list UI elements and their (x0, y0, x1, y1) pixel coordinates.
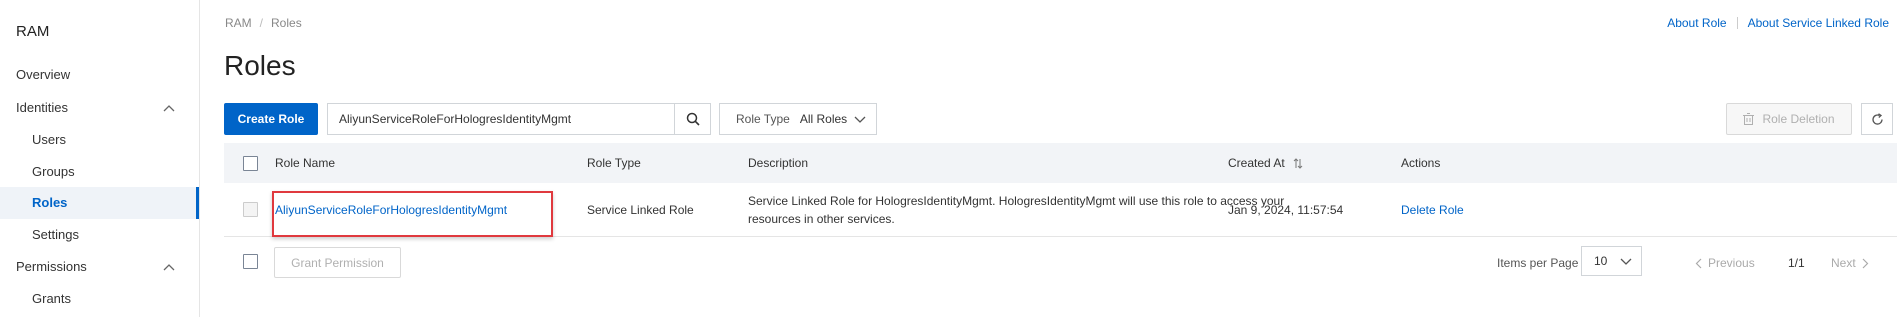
table-row: AliyunServiceRoleForHologresIdentityMgmt… (224, 183, 1897, 237)
chevron-left-icon (1695, 258, 1702, 268)
role-deletion-button[interactable]: Role Deletion (1726, 103, 1852, 135)
chevron-right-icon (1862, 258, 1869, 268)
refresh-button[interactable] (1861, 103, 1893, 135)
trash-icon (1743, 113, 1755, 125)
created-at-cell: Jan 9, 2024, 11:57:54 (1228, 202, 1344, 217)
sidebar-item-label: Overview (16, 67, 71, 82)
search-input[interactable] (328, 104, 674, 134)
role-type-cell: Service Linked Role (587, 202, 694, 217)
role-type-value: All Roles (799, 112, 848, 126)
breadcrumb-separator: / (259, 16, 264, 30)
breadcrumb-root[interactable]: RAM (225, 16, 252, 30)
divider (1736, 17, 1738, 29)
sidebar-title: RAM (16, 23, 50, 40)
chevron-up-icon[interactable] (161, 251, 177, 283)
sidebar-item-grants[interactable]: Grants (0, 283, 199, 315)
refresh-icon (1871, 112, 1883, 125)
header-created-at-label: Created At (1228, 156, 1285, 170)
items-per-page-label: Items per Page (1497, 256, 1579, 270)
grant-permission-button[interactable]: Grant Permission (274, 247, 401, 278)
header-created-at[interactable]: Created At (1228, 143, 1303, 183)
items-per-page-select[interactable]: 10 (1581, 246, 1642, 276)
select-all-checkbox[interactable] (243, 155, 258, 171)
row-checkbox-cell (243, 183, 258, 236)
sidebar-item-roles[interactable]: Roles (0, 187, 199, 219)
sidebar-item-users[interactable]: Users (0, 124, 199, 156)
header-description: Description (748, 156, 809, 170)
about-role-link[interactable]: About Role (1667, 16, 1726, 30)
sidebar-item-label: Settings (32, 227, 79, 242)
search-box (327, 103, 711, 135)
role-type-label: Role Type (736, 112, 790, 126)
previous-label: Previous (1708, 256, 1755, 270)
chevron-down-icon (854, 113, 866, 128)
page-indicator: 1/1 (1788, 256, 1805, 270)
footer-select-checkbox[interactable] (243, 254, 258, 269)
chevron-up-icon[interactable] (161, 92, 177, 124)
next-page-button[interactable]: Next (1831, 256, 1869, 270)
sidebar-item-label: Groups (32, 164, 75, 179)
sidebar-item-label: Grants (32, 291, 72, 306)
sidebar-item-permissions[interactable]: Permissions (0, 251, 199, 283)
sidebar-item-label: Roles (32, 195, 68, 210)
next-label: Next (1831, 256, 1856, 270)
about-service-linked-role-link[interactable]: About Service Linked Role (1748, 16, 1889, 30)
sidebar-item-label: Identities (16, 100, 69, 115)
row-checkbox[interactable] (243, 202, 258, 217)
sidebar: RAM Overview Identities Users Groups Rol… (0, 0, 200, 317)
search-button[interactable] (674, 104, 710, 134)
sidebar-item-overview[interactable]: Overview (0, 59, 199, 91)
sidebar-item-label: Permissions (16, 259, 87, 274)
sidebar-item-identities[interactable]: Identities (0, 92, 199, 124)
header-actions: Actions (1401, 156, 1441, 170)
page-title: Roles (224, 50, 296, 81)
previous-page-button[interactable]: Previous (1695, 256, 1755, 270)
sidebar-item-settings[interactable]: Settings (0, 219, 199, 251)
chevron-down-icon (1620, 255, 1632, 270)
create-role-button[interactable]: Create Role (224, 103, 318, 135)
role-deletion-label: Role Deletion (1762, 112, 1835, 126)
items-per-page-value: 10 (1594, 254, 1608, 268)
header-role-type: Role Type (587, 156, 641, 170)
top-links: About Role About Service Linked Role (1667, 16, 1889, 30)
sidebar-item-label: Users (32, 132, 66, 147)
sort-icon[interactable] (1293, 157, 1303, 169)
role-name-link[interactable]: AliyunServiceRoleForHologresIdentityMgmt (275, 183, 507, 236)
search-icon (686, 112, 700, 126)
table-header: Role Name Role Type Description Created … (224, 143, 1897, 183)
role-type-select[interactable]: Role Type All Roles (719, 103, 877, 135)
header-role-name: Role Name (275, 156, 336, 170)
breadcrumb-current: Roles (271, 16, 302, 30)
select-all-checkbox-cell (243, 143, 258, 183)
breadcrumb: RAM / Roles (225, 16, 302, 30)
sidebar-item-groups[interactable]: Groups (0, 156, 199, 188)
delete-role-link[interactable]: Delete Role (1401, 183, 1464, 236)
